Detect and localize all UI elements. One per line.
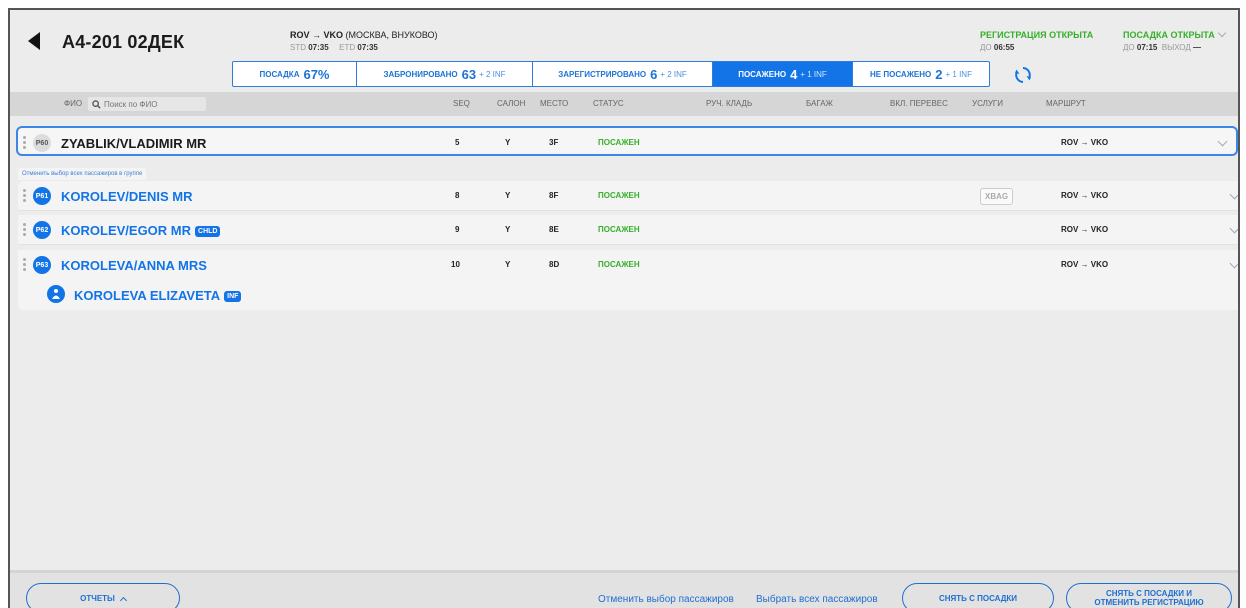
passenger-cabin: Y xyxy=(505,138,511,147)
passenger-seq: 8 xyxy=(455,191,460,200)
col-baggage: БАГАЖ xyxy=(806,99,833,108)
chevron-down-icon[interactable] xyxy=(1217,136,1228,147)
col-services: УСЛУГИ xyxy=(972,99,1004,108)
passenger-route: ROV → VKO xyxy=(1061,225,1109,234)
chevron-down-icon[interactable] xyxy=(1229,189,1238,200)
etd-time: 07:35 xyxy=(357,43,378,52)
passenger-name: ZYABLIK/VLADIMIR MR xyxy=(61,136,207,151)
infant-name: KOROLEVA ELIZAVETA INF xyxy=(74,288,242,304)
passenger-seq: 9 xyxy=(455,225,460,234)
passenger-seat: 8E xyxy=(549,225,559,234)
col-excess: ВКЛ. ПЕРЕВЕС xyxy=(890,99,948,108)
passenger-route: ROV → VKO xyxy=(1061,260,1109,269)
tab-registered[interactable]: ЗАРЕГИСТРИРОВАНО 6 + 2 INF xyxy=(533,62,713,86)
infant-row[interactable]: KOROLEVA ELIZAVETA INF xyxy=(18,280,1238,310)
passenger-seat: 8D xyxy=(549,260,560,269)
select-all-passengers-link[interactable]: Выбрать всех пассажиров xyxy=(756,594,878,605)
search-box[interactable] xyxy=(88,97,206,111)
deselect-passengers-link[interactable]: Отменить выбор пассажиров xyxy=(598,594,734,605)
filter-tabs: ПОСАДКА 67% ЗАБРОНИРОВАНО 63 + 2 INF ЗАРЕГИ… xyxy=(232,61,990,87)
drag-handle-icon[interactable] xyxy=(23,258,27,274)
drag-handle-icon[interactable] xyxy=(23,189,27,205)
etd-label: ETD xyxy=(339,43,356,52)
col-route: МАРШРУТ xyxy=(1046,99,1086,108)
tab-boarding[interactable]: ПОСАДКА 67% xyxy=(233,62,357,86)
col-seq: SEQ xyxy=(453,99,470,108)
passenger-name: KOROLEV/DENIS MR xyxy=(61,189,193,204)
chevron-down-icon[interactable] xyxy=(1229,223,1238,234)
flight-header: А4-201 02ДЕК ROV → VKO (МОСКВА, ВНУКОВО)… xyxy=(10,10,1238,90)
passenger-id: P63 xyxy=(33,256,51,274)
passenger-route: ROV → VKO xyxy=(1061,191,1109,200)
std-time: 07:35 xyxy=(308,43,329,52)
drag-handle-icon[interactable] xyxy=(23,136,27,152)
route-codes: ROV → VKO xyxy=(290,30,344,40)
service-badge: XBAG xyxy=(980,188,1014,205)
col-seat: МЕСТО xyxy=(540,99,569,108)
route-info: ROV → VKO (МОСКВА, ВНУКОВО) STD 07:35 ET… xyxy=(290,30,438,52)
col-hand-luggage: РУЧ. КЛАДЬ xyxy=(706,99,753,108)
footer-bar: ОТЧЕТЫ Отменить выбор пассажиров Выбрать… xyxy=(10,570,1238,608)
table-header: ФИО SEQ САЛОН МЕСТО СТАТУС РУЧ. КЛАДЬ БА… xyxy=(10,92,1238,116)
passenger-status: ПОСАЖЕН xyxy=(598,260,640,269)
unboard-button[interactable]: СНЯТЬ С ПОСАДКИ xyxy=(902,583,1054,608)
deselect-group-link[interactable]: Отменить выбор всех пассажиров в группе xyxy=(18,168,147,180)
passenger-status: ПОСАЖЕН xyxy=(598,191,640,200)
tab-boarded[interactable]: ПОСАЖЕНО 4 + 1 INF xyxy=(713,62,853,86)
drag-handle-icon[interactable] xyxy=(23,223,27,239)
table-row[interactable]: P63 KOROLEVA/ANNA MRS 10 Y 8D ПОСАЖЕН RO… xyxy=(18,250,1238,280)
chevron-down-icon[interactable] xyxy=(1217,28,1226,38)
infant-icon xyxy=(47,285,65,303)
passenger-seat: 3F xyxy=(549,138,559,147)
chevron-down-icon[interactable] xyxy=(1229,258,1238,269)
std-label: STD xyxy=(290,43,306,52)
passenger-name: KOROLEVA/ANNA MRS xyxy=(61,258,207,273)
passenger-seq: 10 xyxy=(451,260,460,269)
flight-title: А4-201 02ДЕК xyxy=(62,32,185,52)
registration-status: РЕГИСТРАЦИЯ ОТКРЫТА ДО 06:55 xyxy=(980,30,1094,52)
boarding-status[interactable]: ПОСАДКА ОТКРЫТА ДО 07:15 ВЫХОД — xyxy=(1123,28,1226,52)
app-window: А4-201 02ДЕК ROV → VKO (МОСКВА, ВНУКОВО)… xyxy=(8,8,1240,608)
passenger-cabin: Y xyxy=(505,225,511,234)
refresh-icon[interactable] xyxy=(1013,65,1033,85)
passenger-seq: 5 xyxy=(455,138,460,147)
table-row[interactable]: P62 KOROLEV/EGOR MR CHLD 9 Y 8E ПОСАЖЕН R… xyxy=(18,215,1238,245)
chevron-up-icon xyxy=(119,596,127,604)
table-row[interactable]: P60 ZYABLIK/VLADIMIR MR 5 Y 3F ПОСАЖЕН R… xyxy=(16,126,1238,156)
col-cabin: САЛОН xyxy=(497,99,526,108)
passenger-route: ROV → VKO xyxy=(1061,138,1109,147)
child-badge: CHLD xyxy=(195,226,221,237)
table-row[interactable]: P61 KOROLEV/DENIS MR 8 Y 8F ПОСАЖЕН XBAG… xyxy=(18,181,1238,211)
tab-not-boarded[interactable]: НЕ ПОСАЖЕНО 2 + 1 INF xyxy=(853,62,989,86)
tab-booked[interactable]: ЗАБРОНИРОВАНО 63 + 2 INF xyxy=(357,62,533,86)
search-icon xyxy=(92,99,101,109)
route-description: (МОСКВА, ВНУКОВО) xyxy=(345,30,438,40)
passenger-status: ПОСАЖЕН xyxy=(598,225,640,234)
infant-badge: INF xyxy=(224,291,242,302)
unboard-and-cancel-registration-button[interactable]: СНЯТЬ С ПОСАДКИ И ОТМЕНИТЬ РЕГИСТРАЦИЮ xyxy=(1066,583,1232,608)
passenger-seat: 8F xyxy=(549,191,559,200)
passenger-id: P60 xyxy=(33,134,51,152)
search-input[interactable] xyxy=(104,99,204,109)
reports-button[interactable]: ОТЧЕТЫ xyxy=(26,583,180,608)
passenger-cabin: Y xyxy=(505,191,511,200)
col-status: СТАТУС xyxy=(593,99,624,108)
passenger-id: P62 xyxy=(33,221,51,239)
back-arrow-icon[interactable] xyxy=(28,32,42,50)
passenger-status: ПОСАЖЕН xyxy=(598,138,640,147)
passenger-id: P61 xyxy=(33,187,51,205)
passenger-cabin: Y xyxy=(505,260,511,269)
passenger-name: KOROLEV/EGOR MR CHLD xyxy=(61,223,221,239)
col-name: ФИО xyxy=(64,99,83,108)
